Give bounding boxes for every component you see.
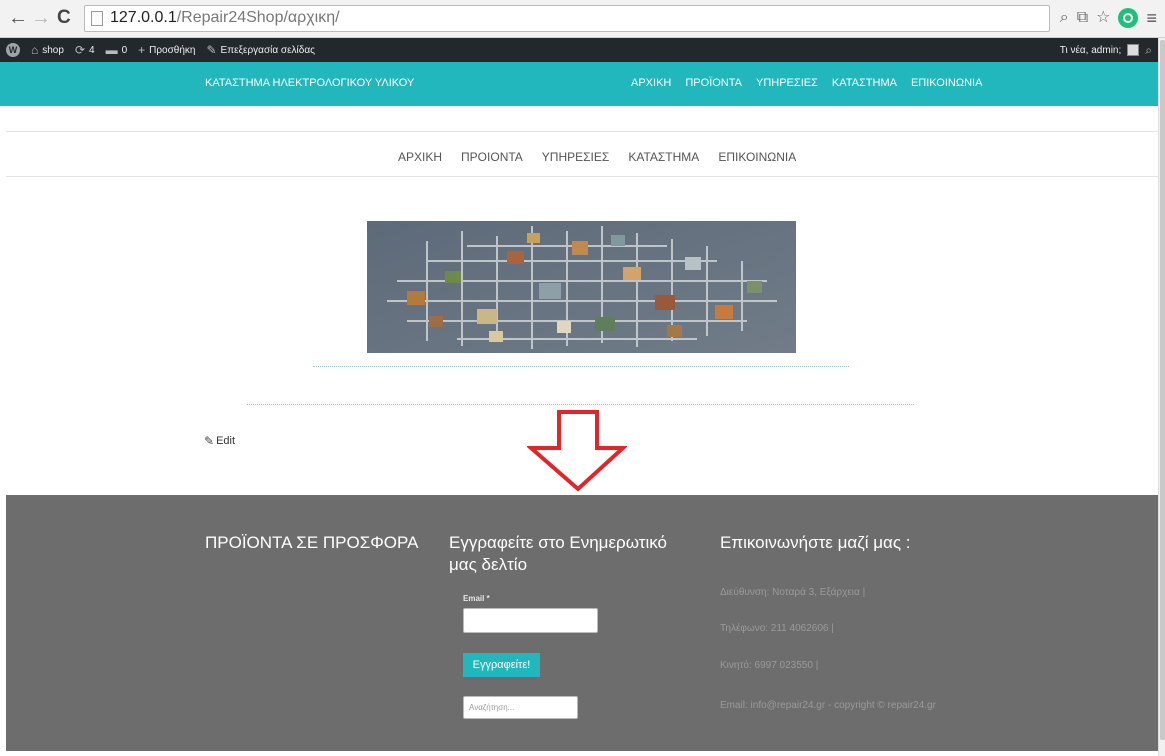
dotted-divider <box>313 366 849 367</box>
edit-icon: ✎ <box>204 434 215 448</box>
address-bar[interactable]: 127.0.0.1/Repair24Shop/αρχικη/ <box>84 5 1050 32</box>
contact-heading: Επικοινωνήστε μαζί μας : <box>720 533 911 552</box>
bookmark-star-icon[interactable]: ☆ <box>1096 8 1110 28</box>
avatar[interactable] <box>1127 44 1140 56</box>
header-menu-home[interactable]: ΑΡΧΙΚΗ <box>631 77 671 89</box>
email-label: Email * <box>463 594 490 603</box>
translate-icon[interactable]: ⧉ <box>1077 8 1088 28</box>
main-menu-products[interactable]: ΠΡΟΙΟΝΤΑ <box>461 150 523 164</box>
updates-icon: ⟳ <box>74 43 85 57</box>
banner-image <box>367 221 796 353</box>
main-menu-store[interactable]: ΚΑΤΑΣΤΗΜΑ <box>628 150 699 164</box>
site-title[interactable]: ΚΑΤΑΣΤΗΜΑ ΗΛΕΚΤΡΟΛΟΓΙΚΟΥ ΥΛΙΚΟΥ <box>205 77 414 89</box>
main-menu: ΑΡΧΙΚΗ ΠΡΟΙΟΝΤΑ ΥΠΗΡΕΣΙΕΣ ΚΑΤΑΣΤΗΜΑ ΕΠΙΚ… <box>398 150 796 164</box>
newsletter-email-input[interactable] <box>463 608 598 633</box>
admin-bar-add-new[interactable]: + Προσθήκη <box>138 43 195 57</box>
contact-mobile: Κινητό: 6997 023550 | <box>720 660 819 671</box>
plus-icon: + <box>138 43 146 57</box>
search-icon[interactable]: ⌕ <box>1145 43 1152 58</box>
main-menu-home[interactable]: ΑΡΧΙΚΗ <box>398 150 442 164</box>
site-footer: ΠΡΟΪΟΝΤΑ ΣΕ ΠΡΟΣΦΟΡΑ Εγγραφείτε στο Ενημ… <box>6 495 1158 751</box>
admin-bar-site[interactable]: ⌂ shop <box>31 43 64 57</box>
site-header: ΚΑΤΑΣΤΗΜΑ ΗΛΕΚΤΡΟΛΟΓΙΚΟΥ ΥΛΙΚΟΥ ΑΡΧΙΚΗ Π… <box>0 62 1158 106</box>
browser-toolbar: ← → C 127.0.0.1/Repair24Shop/αρχικη/ ⌕ ⧉… <box>0 0 1165 38</box>
divider <box>6 131 1158 132</box>
extension-icon[interactable] <box>1118 8 1139 28</box>
main-menu-services[interactable]: ΥΠΗΡΕΣΙΕΣ <box>542 150 610 164</box>
admin-bar-updates[interactable]: ⟳ 4 <box>75 43 95 57</box>
newsletter-heading: Εγγραφείτε στο Ενημερωτικό μας δελτίο <box>449 533 667 574</box>
edit-link[interactable]: ✎ Edit <box>204 434 235 448</box>
wordpress-logo-icon[interactable]: W <box>6 43 20 57</box>
page-icon <box>91 11 103 26</box>
main-menu-contact[interactable]: ΕΠΙΚΟΙΝΩΝΙΑ <box>718 150 796 164</box>
browser-actions: ⌕ ⧉ ☆ ≡ <box>1060 6 1157 30</box>
wp-admin-bar: W ⌂ shop ⟳ 4 ▬ 0 + Προσθήκη ✎ Επεξεργασία σελ… <box>0 38 1158 62</box>
down-arrow-annotation-icon <box>527 410 627 492</box>
header-menu: ΑΡΧΙΚΗ ΠΡΟΪΟΝΤΑ ΥΠΗΡΕΣΙΕΣ ΚΑΤΑΣΤΗΜΑ ΕΠΙΚ… <box>631 77 982 89</box>
pencil-icon: ✎ <box>206 43 217 57</box>
home-icon: ⌂ <box>31 43 39 57</box>
header-menu-products[interactable]: ΠΡΟΪΟΝΤΑ <box>685 77 742 89</box>
banner-artwork <box>367 221 796 353</box>
edit-label: Edit <box>216 435 236 447</box>
page-scrollbar[interactable] <box>1158 38 1165 756</box>
contact-email-copyright: Email: info@repair24.gr - copyright © re… <box>720 700 936 711</box>
forward-arrow-icon[interactable]: → <box>31 7 51 29</box>
back-arrow-icon[interactable]: ← <box>8 7 28 29</box>
search-input[interactable]: Αναζήτηση... <box>463 696 578 719</box>
scrollbar-thumb[interactable] <box>1160 40 1165 740</box>
admin-bar-comments[interactable]: ▬ 0 <box>106 43 128 57</box>
divider <box>6 176 1158 177</box>
contact-address: Διεύθυνση: Νοταρά 3, Εξάρχεια | <box>720 587 866 598</box>
admin-bar-edit-page[interactable]: ✎ Επεξεργασία σελίδας <box>206 43 314 57</box>
contact-phone: Τηλέφωνο: 211 4062606 | <box>720 623 834 634</box>
url-text: 127.0.0.1/Repair24Shop/αρχικη/ <box>110 9 340 26</box>
zoom-icon[interactable]: ⌕ <box>1060 8 1069 28</box>
admin-bar-greeting[interactable]: Τι νέα, admin; <box>1060 45 1122 56</box>
dotted-divider <box>247 404 914 405</box>
comment-icon: ▬ <box>105 43 118 57</box>
reload-icon[interactable]: C <box>57 7 71 29</box>
header-menu-services[interactable]: ΥΠΗΡΕΣΙΕΣ <box>756 77 818 89</box>
browser-menu-icon[interactable]: ≡ <box>1146 8 1157 28</box>
header-menu-contact[interactable]: ΕΠΙΚΟΙΝΩΝΙΑ <box>911 77 982 89</box>
header-menu-store[interactable]: ΚΑΤΑΣΤΗΜΑ <box>832 77 897 89</box>
subscribe-button[interactable]: Εγγραφείτε! <box>463 653 540 677</box>
products-offer-heading: ΠΡΟΪΟΝΤΑ ΣΕ ΠΡΟΣΦΟΡΑ <box>205 533 419 552</box>
